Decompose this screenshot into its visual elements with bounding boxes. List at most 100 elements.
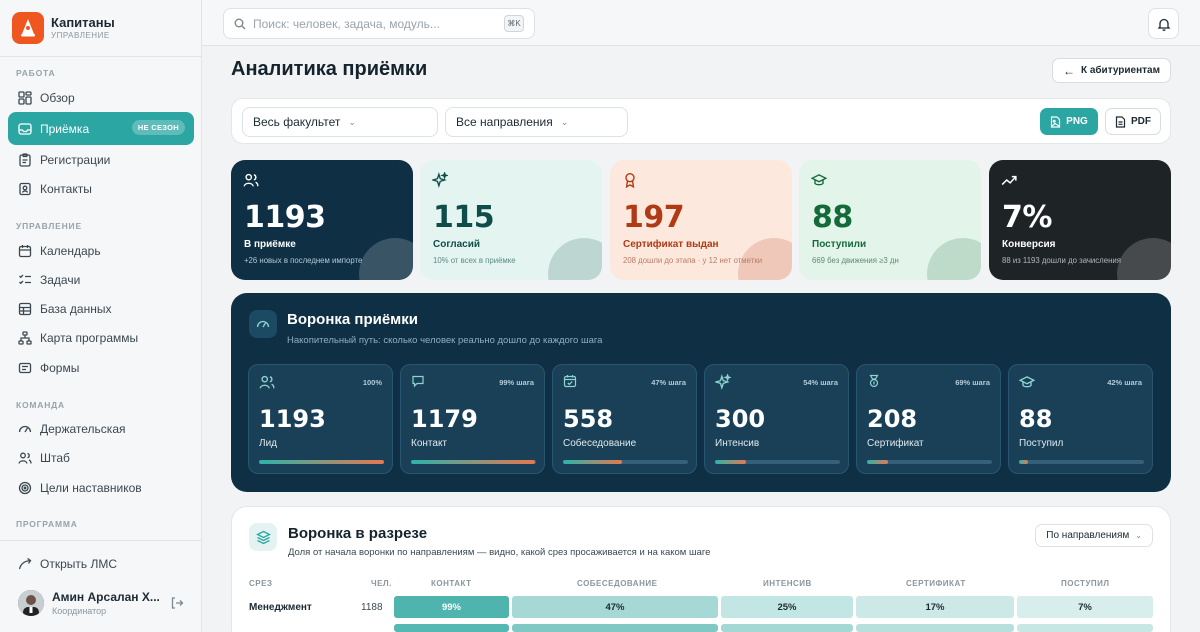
gauge-icon <box>17 421 33 437</box>
stage-label: Собеседование <box>563 438 637 449</box>
kpi-card[interactable]: 197 Сертификат выдан 208 дошли до этапа · … <box>610 160 792 280</box>
sidebar-item-forms[interactable]: Формы <box>8 353 194 382</box>
funnel-stage-card[interactable]: 69% шага 208 Сертификат <box>856 364 1001 474</box>
funnel-title: Воронка приёмки <box>287 311 419 328</box>
stage-value: 208 <box>867 405 918 433</box>
stage-progress-track <box>259 460 384 464</box>
stage-percent: 99% шага <box>499 378 534 387</box>
direction-select-value: Все направления <box>456 115 553 129</box>
breakdown-title: Воронка в разрезе <box>288 525 428 542</box>
sidebar-item-admissions[interactable]: Приёмка НЕ СЕЗОН <box>8 112 194 145</box>
funnel-stage-card[interactable]: 42% шага 88 Поступил <box>1008 364 1153 474</box>
search-input[interactable]: Поиск: человек, задача, модуль... ⌘K <box>223 8 535 39</box>
breakdown-cell: 99% <box>394 596 509 618</box>
sidebar-item-staff[interactable]: Штаб <box>8 443 194 472</box>
chevron-down-icon: ⌄ <box>348 116 356 127</box>
funnel-stage-card[interactable]: 54% шага 300 Интенсив <box>704 364 849 474</box>
kpi-card[interactable]: 88 Поступили 669 без движения ≥3 дн <box>799 160 981 280</box>
sidebar-item-calendar[interactable]: Календарь <box>8 236 194 265</box>
kpi-card[interactable]: 7% Конверсия 88 из 1193 дошли до зачислени… <box>989 160 1171 280</box>
kpi-subtext: 208 дошли до этапа · у 12 нет отметки <box>623 256 763 265</box>
kpi-subtext: 88 из 1193 дошли до зачисления <box>1002 256 1121 265</box>
decorative-circle <box>359 238 413 280</box>
layers-icon <box>249 523 277 551</box>
back-button-label: К абитуриентам <box>1080 65 1160 76</box>
kpi-card[interactable]: 1193 В приёмке +26 новых в последнем импор… <box>231 160 413 280</box>
contacts-icon <box>17 181 33 197</box>
tasks-icon <box>17 272 33 288</box>
stage-value: 300 <box>715 405 766 433</box>
next-row-cell <box>856 624 1014 632</box>
direction-select[interactable]: Все направления ⌄ <box>445 107 628 137</box>
chevron-down-icon: ⌄ <box>560 116 569 127</box>
kpi-label: Сертификат выдан <box>623 239 719 250</box>
column-header-certificate: СЕРТИФИКАТ <box>906 579 966 588</box>
column-header-intensive: ИНТЕНСИВ <box>763 579 812 588</box>
funnel-stage-card[interactable]: 47% шага 558 Собеседование <box>552 364 697 474</box>
breakdown-subtitle: Доля от начала воронки по направлениям —… <box>288 547 711 558</box>
back-to-applicants-button[interactable]: ← К абитуриентам <box>1051 58 1171 83</box>
award-icon <box>622 172 638 193</box>
sidebar-item-contacts[interactable]: Контакты <box>8 174 194 203</box>
breakdown-panel: Воронка в разрезе Доля от начала воронки… <box>231 506 1171 632</box>
sidebar-item-label: База данных <box>40 301 112 316</box>
decorative-circle <box>548 238 602 280</box>
sidebar-item-mentor-goals[interactable]: Цели наставников <box>8 473 194 502</box>
page-title: Аналитика приёмки <box>231 58 428 80</box>
stage-percent: 47% шага <box>651 378 686 387</box>
users-icon <box>259 374 275 395</box>
export-png-button[interactable]: PNG <box>1040 108 1098 135</box>
stage-percent: 42% шага <box>1107 378 1142 387</box>
kpi-value: 197 <box>623 200 685 235</box>
stage-percent: 54% шага <box>803 378 838 387</box>
faculty-select[interactable]: Весь факультет ⌄ <box>242 107 438 137</box>
sidebar-item-label: Карта программы <box>40 330 139 345</box>
funnel-subtitle: Накопительный путь: сколько человек реал… <box>287 335 603 346</box>
sparkles-icon <box>713 372 733 395</box>
sidebar-item-tasks[interactable]: Задачи <box>8 265 194 294</box>
funnel-stage-card[interactable]: 99% шага 1179 Контакт <box>400 364 545 474</box>
sidebar-item-label: Календарь <box>40 243 101 258</box>
sidebar-item-registrations[interactable]: Регистрации <box>8 145 194 174</box>
sidebar-item-program-map[interactable]: Карта программы <box>8 323 194 352</box>
sidebar-item-label: Формы <box>40 360 80 375</box>
export-pdf-button[interactable]: PDF <box>1105 108 1161 135</box>
logout-icon[interactable] <box>170 596 184 615</box>
user-role: Координатор <box>52 606 107 616</box>
sidebar-item-label: Регистрации <box>40 152 111 167</box>
notifications-button[interactable] <box>1148 8 1179 39</box>
main-content: Аналитика приёмки ← К абитуриентам Весь … <box>202 46 1200 632</box>
message-icon <box>411 374 425 393</box>
kpi-value: 1193 <box>244 200 326 235</box>
file-image-icon <box>1050 115 1061 128</box>
divider <box>0 56 202 57</box>
decorative-circle <box>1117 238 1171 280</box>
stage-label: Поступил <box>1019 438 1064 449</box>
user-profile[interactable]: Амин Арсалан Х... Координатор <box>18 590 188 616</box>
sidebar-item-database[interactable]: База данных <box>8 294 194 323</box>
avatar <box>18 590 44 616</box>
breakdown-mode-select[interactable]: По направлениям ⌄ <box>1035 524 1153 547</box>
clipboard-icon <box>17 152 33 168</box>
brand[interactable]: Капитаны УПРАВЛЕНИЕ <box>12 12 115 44</box>
sidebar-item-open-lms[interactable]: Открыть ЛМС <box>8 549 194 578</box>
users-icon <box>243 172 259 193</box>
sidebar-item-label: Приёмка <box>40 121 90 136</box>
users-icon <box>17 450 33 466</box>
breakdown-mode-value: По направлениям <box>1046 530 1130 541</box>
funnel-stage-card[interactable]: 100% 1193 Лид <box>248 364 393 474</box>
forms-icon <box>17 360 33 376</box>
kpi-card[interactable]: 115 Согласий 10% от всех в приёмке <box>420 160 602 280</box>
stage-progress-track <box>1019 460 1144 464</box>
divider <box>0 540 202 541</box>
sidebar-item-overview[interactable]: Обзор <box>8 83 194 112</box>
topbar: Поиск: человек, задача, модуль... ⌘K <box>202 0 1200 46</box>
stage-label: Интенсив <box>715 438 760 449</box>
app: Капитаны УПРАВЛЕНИЕ РАБОТА Обзор Приёмка… <box>0 0 1200 632</box>
section-program: ПРОГРАММА <box>16 519 78 529</box>
breakdown-cell: 7% <box>1017 596 1153 618</box>
sidebar-item-holding[interactable]: Держательская <box>8 414 194 443</box>
column-header-contact: КОНТАКТ <box>431 579 472 588</box>
kpi-subtext: +26 новых в последнем импорте <box>244 256 363 265</box>
stage-progress-track <box>867 460 992 464</box>
